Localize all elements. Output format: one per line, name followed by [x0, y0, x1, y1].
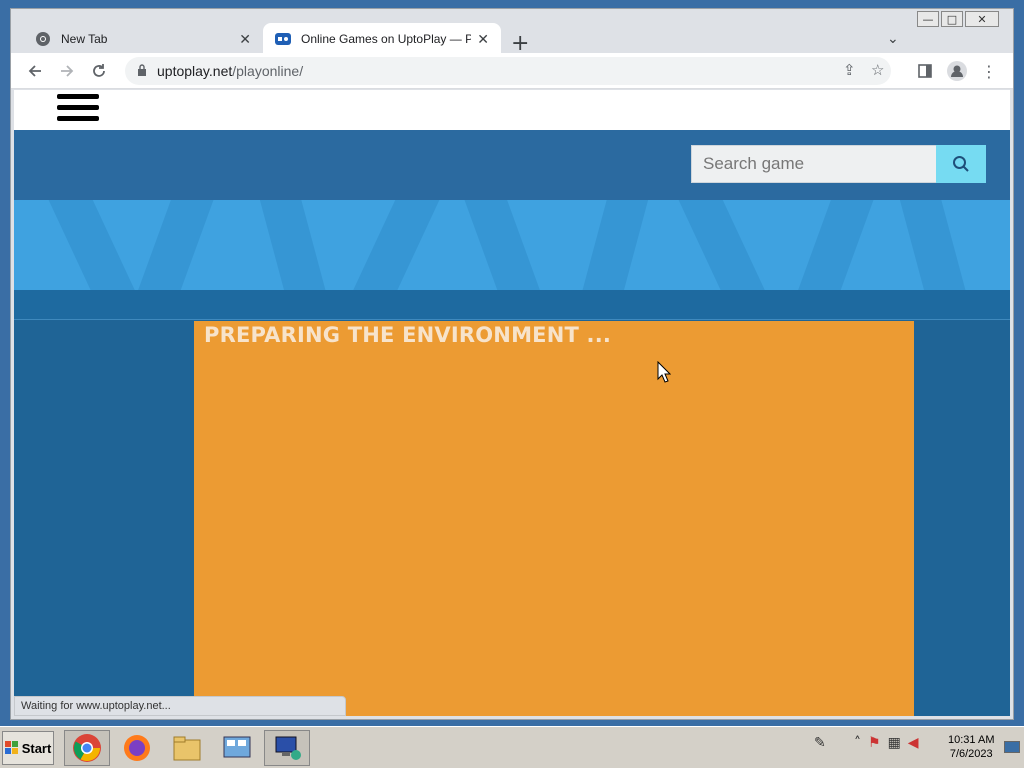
tab-title: New Tab	[61, 32, 108, 46]
side-panel-icon[interactable]	[913, 59, 937, 83]
firefox-icon	[124, 735, 150, 761]
lock-icon[interactable]	[137, 63, 147, 79]
back-icon[interactable]	[23, 59, 47, 83]
browser-window: — □ ✕ New Tab ✕ Online Games on UptoPlay…	[10, 8, 1014, 720]
clock[interactable]: 10:31 AM 7/6/2023	[948, 733, 994, 761]
toolbar: uptoplay.net /playonline/ ⇪ ☆ ⋮	[11, 53, 1013, 89]
chrome-taskbar-button[interactable]	[64, 730, 110, 766]
close-tab-icon[interactable]: ✕	[239, 31, 251, 48]
control-panel-icon	[223, 736, 251, 758]
network-taskbar-button[interactable]	[264, 730, 310, 766]
start-label: Start	[21, 740, 52, 756]
site-top-bar	[14, 90, 1010, 130]
share-icon[interactable]: ⇪	[843, 61, 856, 79]
show-hidden-icons-icon[interactable]: ˄	[854, 735, 861, 751]
search-button[interactable]	[936, 145, 986, 183]
game-frame[interactable]: PREPARING THE ENVIRONMENT ...	[194, 321, 914, 716]
loading-status: PREPARING THE ENVIRONMENT ...	[204, 323, 612, 347]
tab-new-tab[interactable]: New Tab ✕	[23, 23, 263, 55]
chrome-icon	[73, 734, 101, 762]
tab-bar: New Tab ✕ Online Games on UptoPlay — Pla…	[11, 19, 1015, 56]
url-host: uptoplay.net	[157, 63, 233, 79]
bookmark-star-icon[interactable]: ☆	[871, 61, 884, 79]
search-icon	[953, 156, 969, 172]
tab-title: Online Games on UptoPlay — Play 8	[301, 32, 472, 46]
network-status-icon[interactable]: ▦	[888, 735, 901, 751]
hamburger-menu-icon[interactable]	[57, 94, 99, 126]
mouse-cursor-icon	[657, 361, 671, 383]
menu-kebab-icon[interactable]: ⋮	[977, 59, 1001, 83]
web-page: Search game PREPARING THE ENVIRONMENT ..…	[14, 90, 1010, 716]
action-center-icon[interactable]: ⚑	[868, 735, 881, 751]
url-path: /playonline/	[232, 63, 304, 79]
clock-date: 7/6/2023	[949, 748, 993, 760]
hero-banner	[14, 200, 1010, 290]
profile-avatar-icon[interactable]	[945, 59, 969, 83]
reload-icon[interactable]	[87, 59, 111, 83]
chrome-icon	[36, 32, 50, 46]
network-icon	[275, 736, 301, 760]
volume-muted-icon[interactable]: ◀	[908, 735, 919, 751]
address-bar[interactable]: uptoplay.net /playonline/ ⇪ ☆	[125, 57, 891, 85]
show-desktop-icon[interactable]	[1004, 741, 1020, 753]
file-explorer-icon	[173, 736, 201, 761]
firefox-taskbar-button[interactable]	[114, 730, 160, 766]
forward-icon[interactable]	[55, 59, 79, 83]
browser-status-bar: Waiting for www.uptoplay.net...	[14, 696, 346, 716]
close-tab-icon[interactable]: ✕	[477, 31, 489, 48]
uptoplay-icon	[275, 33, 291, 45]
control-panel-taskbar-button[interactable]	[214, 730, 260, 766]
tab-uptoplay[interactable]: Online Games on UptoPlay — Play 8 ✕	[263, 23, 501, 55]
file-explorer-taskbar-button[interactable]	[164, 730, 210, 766]
start-button[interactable]: Start	[2, 731, 54, 765]
sub-banner-strip	[14, 290, 1010, 320]
windows-flag-icon	[4, 741, 18, 754]
pen-input-icon[interactable]: ✎	[814, 735, 826, 751]
clock-time: 10:31 AM	[948, 734, 995, 746]
system-tray: ˄ ⚑ ▦ ◀	[854, 735, 919, 751]
taskbar: Start ✎ ˄ ⚑ ▦ ◀ 10:31 AM 7/6/2023	[0, 726, 1024, 768]
site-header: Search game	[14, 130, 1010, 200]
tab-search-icon[interactable]: ⌄	[887, 31, 899, 47]
search-game-input[interactable]: Search game	[691, 145, 937, 183]
